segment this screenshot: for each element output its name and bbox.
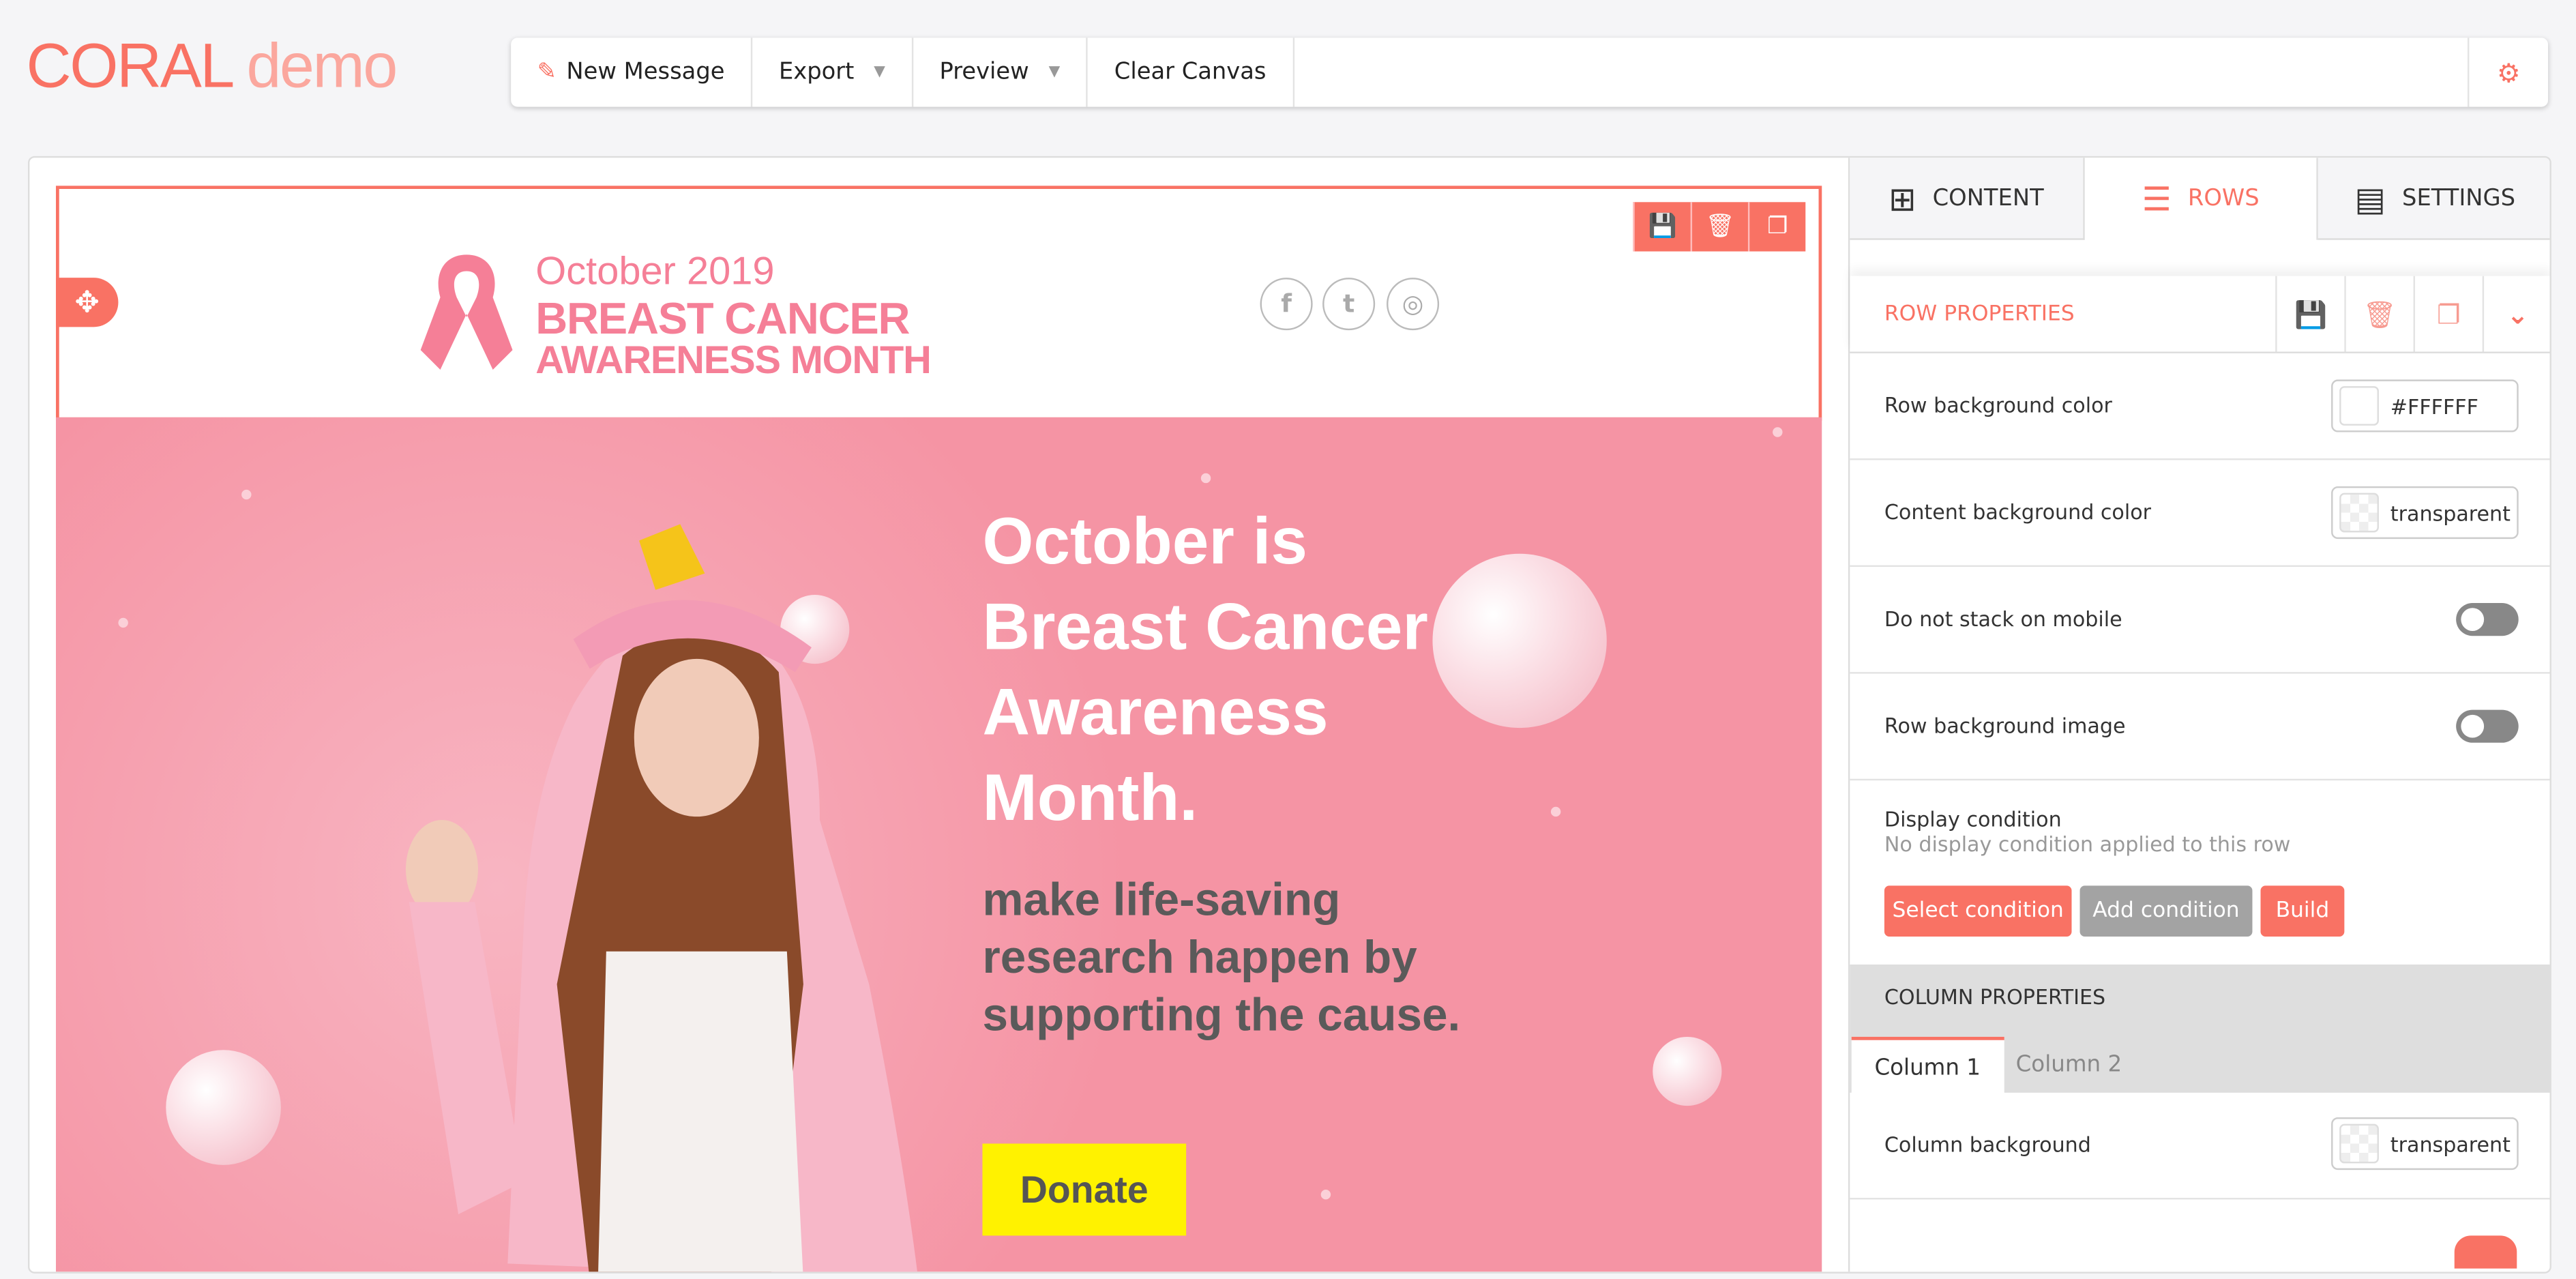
caret-down-icon: ▼ — [1048, 63, 1061, 81]
row-properties-title: ROW PROPERTIES — [1884, 302, 2075, 327]
row-bg-label: Row background color — [1884, 392, 2112, 417]
hero-subline: make life-saving research happen by supp… — [982, 874, 1461, 1040]
content-bg-color-row: Content background color transparent — [1850, 460, 2550, 568]
ribbon-logo-icon — [420, 254, 513, 370]
row-bg-image-label: Row background image — [1884, 713, 2126, 738]
save-icon[interactable]: 💾 — [2275, 276, 2344, 352]
hero-headline: October is Breast Cancer Awareness Month… — [982, 505, 1428, 835]
color-swatch[interactable] — [2339, 493, 2379, 533]
logo-main: CORAL — [26, 33, 233, 102]
content-bg-value: transparent — [2390, 500, 2511, 525]
tab-label: SETTINGS — [2402, 184, 2516, 211]
instagram-icon[interactable]: ◎ — [1387, 278, 1440, 331]
app-logo: CORAL demo — [26, 33, 398, 104]
model-photo — [405, 524, 917, 1272]
clear-canvas-button[interactable]: Clear Canvas — [1088, 38, 1294, 107]
header-title-1: BREAST CANCER — [535, 294, 910, 344]
tab-content[interactable]: ⊞ CONTENT — [1850, 158, 2084, 240]
editor: October 2019 BREAST CANCER AWARENESS MON… — [27, 156, 2551, 1274]
row-bg-value: #FFFFFF — [2390, 393, 2478, 419]
header-date: October 2019 — [535, 250, 775, 295]
new-message-label: New Message — [566, 59, 725, 86]
toolbar: ✎ New Message Export ▼ Preview ▼ Clear Canv… — [511, 38, 2549, 107]
preview-dropdown[interactable]: Preview ▼ — [913, 38, 1089, 107]
display-condition-label: Display condition — [1884, 806, 2062, 832]
content-bg-label: Content background color — [1884, 499, 2152, 525]
hero-section: October is Breast Cancer Awareness Month… — [55, 417, 1822, 1272]
header-title-2: AWARENESS MONTH — [535, 338, 932, 383]
properties-panel: ⊞ CONTENT ☰ ROWS ▤ SETTINGS ROW PROPERTIES … — [1848, 158, 2550, 1272]
move-handle-icon[interactable]: ✥ — [55, 278, 119, 327]
dot-decoration — [1320, 1189, 1331, 1200]
tab-label: ROWS — [2187, 186, 2260, 212]
twitter-icon[interactable]: t — [1322, 278, 1376, 331]
dot-decoration — [118, 617, 128, 628]
export-label: Export — [778, 59, 855, 86]
add-condition-button[interactable]: Add condition — [2079, 885, 2253, 937]
no-stack-row: Do not stack on mobile — [1850, 567, 2550, 674]
donate-button[interactable]: Donate — [982, 1143, 1187, 1236]
row-bg-color-field[interactable]: #FFFFFF — [2331, 379, 2519, 432]
select-condition-button[interactable]: Select condition — [1884, 885, 2072, 937]
toggle-partial[interactable] — [2454, 1235, 2517, 1269]
content-bg-color-field[interactable]: transparent — [2331, 486, 2519, 540]
save-icon[interactable]: 💾 — [1633, 202, 1691, 252]
dot-decoration — [1200, 473, 1211, 484]
chevron-down-icon[interactable]: ⌄ — [2482, 276, 2550, 352]
email-canvas: October 2019 BREAST CANCER AWARENESS MON… — [55, 186, 1822, 1272]
row-bg-image-row: Row background image — [1850, 674, 2550, 781]
tab-column-1[interactable]: Column 1 — [1851, 1036, 2004, 1096]
build-button[interactable]: Build — [2260, 885, 2345, 937]
column-properties-header: COLUMN PROPERTIES Column 1 Column 2 — [1850, 964, 2550, 1096]
row-bg-image-toggle[interactable] — [2456, 709, 2519, 743]
tab-settings[interactable]: ▤ SETTINGS — [2318, 158, 2550, 240]
bubble-decoration — [166, 1050, 281, 1165]
dot-decoration — [241, 489, 252, 500]
edit-icon: ✎ — [537, 59, 557, 86]
panel-tabs: ⊞ CONTENT ☰ ROWS ▤ SETTINGS — [1850, 158, 2550, 240]
facebook-icon[interactable]: f — [1260, 278, 1313, 331]
row-toolbar: 💾 🗑 ❐ — [1633, 202, 1806, 252]
column-properties-title: COLUMN PROPERTIES — [1884, 984, 2106, 1010]
tab-label: CONTENT — [1932, 184, 2044, 211]
column-bg-row: Column background transparent — [1850, 1093, 2550, 1200]
no-stack-label: Do not stack on mobile — [1884, 606, 2122, 631]
trash-icon[interactable]: 🗑 — [1690, 202, 1748, 252]
no-stack-toggle[interactable] — [2456, 603, 2519, 636]
bubble-decoration — [1653, 1036, 1722, 1106]
column-bg-value: transparent — [2390, 1131, 2511, 1156]
color-swatch[interactable] — [2339, 1123, 2379, 1164]
row-properties-header: ROW PROPERTIES 💾 🗑 ❐ ⌄ — [1850, 276, 2550, 353]
preview-label: Preview — [939, 59, 1029, 86]
settings-icon: ▤ — [2354, 178, 2386, 218]
selected-row-header[interactable]: October 2019 BREAST CANCER AWARENESS MON… — [55, 186, 1822, 421]
grid-icon: ⊞ — [1889, 178, 1916, 218]
tab-rows[interactable]: ☰ ROWS — [2084, 158, 2319, 240]
logo-sub: demo — [246, 33, 398, 102]
caret-down-icon: ▼ — [874, 63, 885, 81]
new-message-button[interactable]: ✎ New Message — [511, 38, 753, 107]
tab-column-2[interactable]: Column 2 — [1993, 1037, 2145, 1093]
export-dropdown[interactable]: Export ▼ — [752, 38, 913, 107]
duplicate-icon[interactable]: ❐ — [1747, 202, 1806, 252]
gear-icon[interactable]: ⚙ — [2468, 38, 2548, 107]
display-condition-note: No display condition applied to this row — [1884, 831, 2291, 856]
row-bg-color-row: Row background color #FFFFFF — [1850, 353, 2550, 460]
rows-icon: ☰ — [2142, 179, 2172, 219]
duplicate-icon[interactable]: ❐ — [2413, 276, 2483, 352]
clear-canvas-label: Clear Canvas — [1114, 59, 1267, 86]
column-bg-label: Column background — [1884, 1132, 2091, 1157]
trash-icon[interactable]: 🗑 — [2344, 276, 2413, 352]
dot-decoration — [1773, 427, 1783, 437]
app: CORAL demo ✎ New Message Export ▼ Preview ▼… — [0, 0, 2576, 1279]
column-bg-color-field[interactable]: transparent — [2331, 1117, 2519, 1171]
dot-decoration — [1550, 806, 1561, 817]
color-swatch[interactable] — [2339, 386, 2379, 426]
